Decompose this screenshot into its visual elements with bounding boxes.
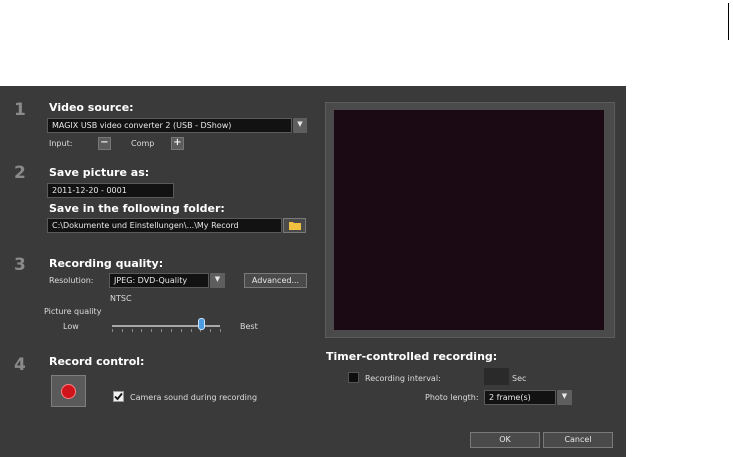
slider-tick: [171, 329, 172, 332]
ok-button[interactable]: OK: [470, 432, 540, 448]
picture-quality-slider-thumb[interactable]: [198, 318, 205, 330]
filename-value: 2011-12-20 - 0001: [52, 186, 127, 195]
camera-sound-label: Camera sound during recording: [130, 393, 258, 402]
record-control-heading: Record control:: [49, 355, 145, 368]
photo-length-select[interactable]: 2 frame(s): [484, 390, 556, 405]
picture-quality-label: Picture quality: [44, 307, 102, 316]
plus-icon: +: [173, 137, 182, 148]
quality-low-label: Low: [63, 322, 79, 331]
slider-tick: [151, 329, 152, 332]
input-previous-button[interactable]: −: [98, 137, 111, 150]
recording-interval-input[interactable]: [484, 368, 509, 385]
recording-quality-heading: Recording quality:: [49, 257, 164, 270]
slider-tick: [191, 329, 192, 332]
cancel-button[interactable]: Cancel: [543, 432, 613, 448]
photo-length-value: 2 frame(s): [489, 393, 531, 402]
input-label: Input:: [49, 139, 73, 148]
section-number-2: 2: [14, 163, 26, 183]
input-value: Comp: [131, 139, 155, 148]
record-button[interactable]: [51, 375, 86, 407]
checkmark-icon: [114, 392, 123, 401]
save-folder-heading: Save in the following folder:: [49, 202, 225, 215]
record-icon: [61, 384, 76, 399]
resolution-select[interactable]: JPEG: DVD-Quality: [109, 273, 209, 288]
slider-tick: [181, 329, 182, 332]
folder-icon: [288, 222, 301, 230]
browse-folder-button[interactable]: [283, 218, 306, 233]
slider-tick: [122, 329, 123, 332]
camera-sound-checkbox[interactable]: [113, 391, 124, 402]
video-source-select[interactable]: MAGIX USB video converter 2 (USB - DShow…: [47, 118, 292, 133]
input-next-button[interactable]: +: [171, 137, 184, 150]
slider-tick: [132, 329, 133, 332]
save-picture-heading: Save picture as:: [49, 166, 150, 179]
chevron-down-icon[interactable]: ▼: [292, 118, 307, 133]
chevron-down-icon[interactable]: ▼: [209, 273, 225, 288]
video-source-value: MAGIX USB video converter 2 (USB - DShow…: [52, 121, 232, 130]
resolution-label: Resolution:: [49, 276, 94, 285]
timer-recording-heading: Timer-controlled recording:: [326, 350, 498, 363]
video-standard-label: NTSC: [110, 294, 132, 303]
photo-length-label: Photo length:: [425, 393, 479, 402]
chevron-down-icon[interactable]: ▼: [556, 390, 572, 405]
quality-best-label: Best: [240, 322, 258, 331]
minus-icon: −: [100, 137, 109, 148]
window-edge-line: [728, 3, 729, 40]
folder-path-value: C:\Dokumente und Einstellungen\...\My Re…: [52, 221, 239, 230]
slider-tick: [161, 329, 162, 332]
section-number-1: 1: [14, 100, 26, 120]
recording-interval-checkbox[interactable]: [348, 372, 359, 383]
resolution-value: JPEG: DVD-Quality: [114, 276, 188, 285]
section-number-3: 3: [14, 255, 26, 275]
slider-tick: [112, 329, 113, 332]
seconds-label: Sec: [512, 374, 527, 383]
filename-input[interactable]: 2011-12-20 - 0001: [47, 183, 174, 198]
slider-tick: [220, 329, 221, 332]
advanced-button[interactable]: Advanced...: [244, 273, 307, 288]
slider-tick: [210, 329, 211, 332]
section-number-4: 4: [14, 355, 26, 375]
folder-path-input[interactable]: C:\Dokumente und Einstellungen\...\My Re…: [47, 218, 282, 233]
video-source-heading: Video source:: [49, 101, 134, 114]
video-preview: [334, 110, 604, 330]
recording-interval-label: Recording interval:: [365, 374, 441, 383]
slider-tick: [141, 329, 142, 332]
